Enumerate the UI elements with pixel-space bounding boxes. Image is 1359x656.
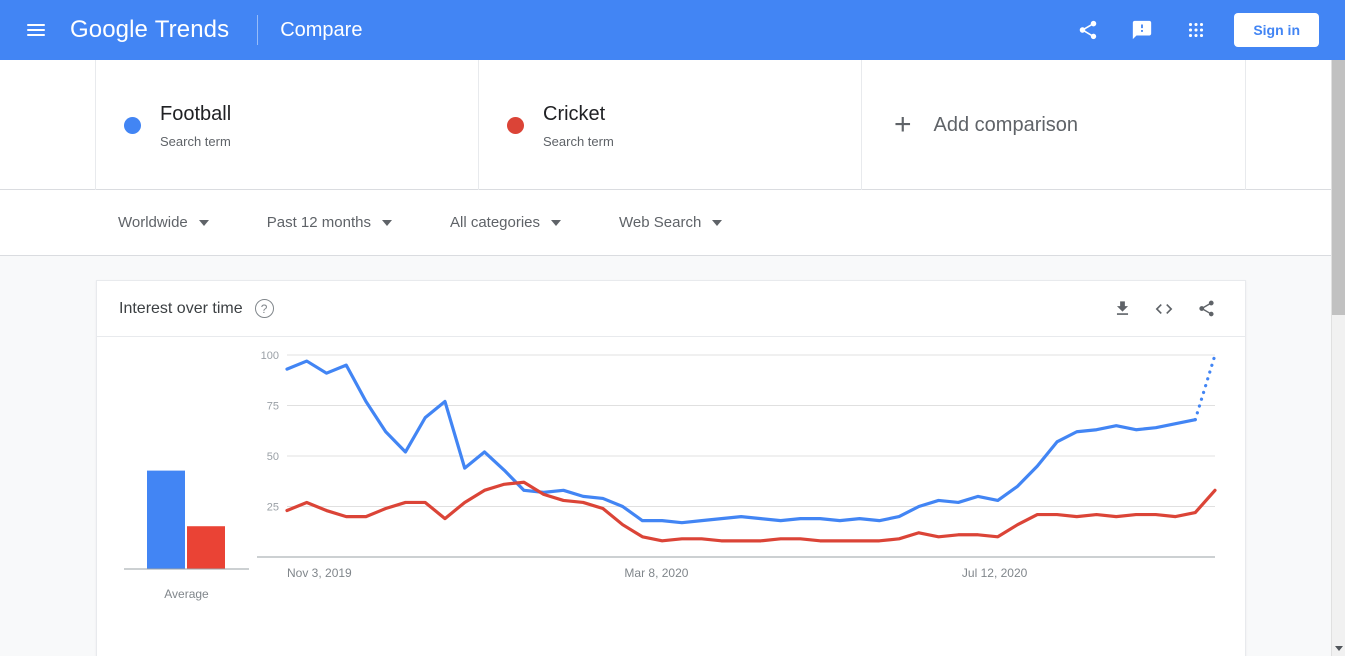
app-header-bar: Google Trends Compare Sign in bbox=[0, 0, 1345, 60]
browser-viewport: Google Trends Compare Sign in Football S… bbox=[0, 0, 1345, 656]
embed-code-icon-glyph bbox=[1155, 303, 1173, 314]
x-tick-label: Jul 12, 2020 bbox=[962, 566, 1028, 580]
average-bar-cricket bbox=[187, 526, 225, 569]
term-text-group: Cricket Search term bbox=[543, 101, 614, 150]
page-mode-label: Compare bbox=[280, 18, 363, 41]
hamburger-lines bbox=[27, 21, 45, 39]
chevron-down-icon bbox=[381, 219, 392, 226]
header-divider bbox=[257, 15, 259, 45]
card-title: Interest over time bbox=[119, 299, 243, 317]
term-text-group: Football Search term bbox=[160, 101, 231, 150]
filter-category-label: All categories bbox=[449, 214, 541, 231]
term-name-cricket: Cricket bbox=[543, 102, 606, 125]
hamburger-menu-icon[interactable] bbox=[12, 6, 60, 54]
scrollbar-thumb[interactable] bbox=[1332, 15, 1345, 315]
sign-in-button[interactable]: Sign in bbox=[1234, 13, 1319, 47]
interest-line-chart: 100 75 50 25 Nov 3, 2019 Mar 8, 2020 Jul 12, … bbox=[257, 337, 1232, 656]
y-tick-label: 75 bbox=[267, 401, 279, 413]
download-icon[interactable] bbox=[1105, 292, 1139, 326]
brand-google: Google bbox=[70, 16, 148, 43]
scrollbar-down-arrow[interactable] bbox=[1332, 641, 1345, 656]
average-bar-chart-svg bbox=[124, 470, 249, 570]
filter-search-type[interactable]: Web Search bbox=[619, 214, 723, 231]
vertical-scrollbar[interactable] bbox=[1331, 0, 1345, 656]
chart-area: Average 100 75 50 25 Nov 3, 2019 Mar 8, 2020… bbox=[97, 337, 1245, 656]
apps-grid-icon-glyph bbox=[1189, 22, 1204, 38]
filter-bar: Worldwide Past 12 months All categories … bbox=[0, 190, 1345, 256]
y-axis-ticks-group: 100 75 50 25 bbox=[261, 350, 279, 514]
y-tick-label: 25 bbox=[267, 502, 279, 514]
term-type-cricket: Search term bbox=[543, 133, 614, 149]
compare-term-cricket[interactable]: Cricket Search term bbox=[479, 60, 862, 190]
card-header: Interest over time ? bbox=[97, 281, 1245, 337]
help-question-icon[interactable]: ? bbox=[254, 299, 274, 318]
plus-icon: + bbox=[894, 108, 912, 141]
chevron-down-icon bbox=[198, 219, 209, 226]
filter-location-label: Worldwide bbox=[118, 214, 188, 231]
apps-grid-icon[interactable] bbox=[1174, 8, 1218, 52]
series-line-dashed-football bbox=[1193, 353, 1217, 422]
compare-term-football[interactable]: Football Search term bbox=[96, 60, 479, 190]
series-color-dot-cricket bbox=[507, 116, 524, 134]
page-content-area: Interest over time ? Average 100 75 50 2… bbox=[0, 256, 1345, 656]
add-comparison-label: Add comparison bbox=[933, 113, 1079, 136]
chevron-down-icon bbox=[551, 219, 562, 226]
y-tick-label: 100 bbox=[261, 350, 279, 362]
average-bar-football bbox=[147, 470, 185, 569]
chevron-down-icon bbox=[712, 219, 723, 226]
feedback-icon-glyph bbox=[1133, 20, 1152, 40]
add-comparison-button[interactable]: + Add comparison bbox=[862, 60, 1246, 190]
share-icon[interactable] bbox=[1066, 8, 1110, 52]
average-bars-group bbox=[147, 470, 225, 569]
interest-over-time-card: Interest over time ? Average 100 75 50 2… bbox=[96, 280, 1246, 656]
x-tick-label: Nov 3, 2019 bbox=[287, 566, 352, 580]
brand-logo[interactable]: Google Trends bbox=[70, 16, 229, 44]
series-lines-group bbox=[285, 353, 1217, 543]
series-line-cricket bbox=[285, 480, 1217, 543]
compare-left-gutter bbox=[0, 60, 96, 190]
share-icon-glyph bbox=[1198, 300, 1214, 317]
filter-time-range[interactable]: Past 12 months bbox=[267, 214, 392, 231]
term-name-football: Football bbox=[160, 102, 232, 125]
brand-trends: Trends bbox=[154, 16, 230, 43]
y-tick-label: 50 bbox=[267, 451, 279, 463]
download-icon-glyph bbox=[1116, 301, 1128, 315]
average-bar-chart: Average bbox=[119, 393, 254, 613]
term-type-football: Search term bbox=[160, 133, 231, 149]
series-line-football bbox=[285, 359, 1197, 525]
series-color-dot-football bbox=[124, 116, 141, 134]
filter-search-type-label: Web Search bbox=[619, 214, 702, 231]
average-label: Average bbox=[164, 587, 209, 601]
x-tick-label: Mar 8, 2020 bbox=[624, 566, 688, 580]
compare-terms-bar: Football Search term Cricket Search term… bbox=[0, 60, 1345, 190]
filter-location[interactable]: Worldwide bbox=[118, 214, 209, 231]
share-icon-glyph bbox=[1080, 20, 1097, 40]
interest-line-chart-svg: 100 75 50 25 Nov 3, 2019 Mar 8, 2020 Jul 12, … bbox=[257, 350, 1217, 580]
embed-code-icon[interactable] bbox=[1147, 292, 1181, 326]
filter-time-range-label: Past 12 months bbox=[266, 214, 371, 231]
x-axis-ticks-group: Nov 3, 2019 Mar 8, 2020 Jul 12, 2020 bbox=[287, 566, 1028, 580]
filter-category[interactable]: All categories bbox=[449, 214, 562, 231]
share-icon[interactable] bbox=[1189, 292, 1223, 326]
feedback-icon[interactable] bbox=[1120, 8, 1164, 52]
